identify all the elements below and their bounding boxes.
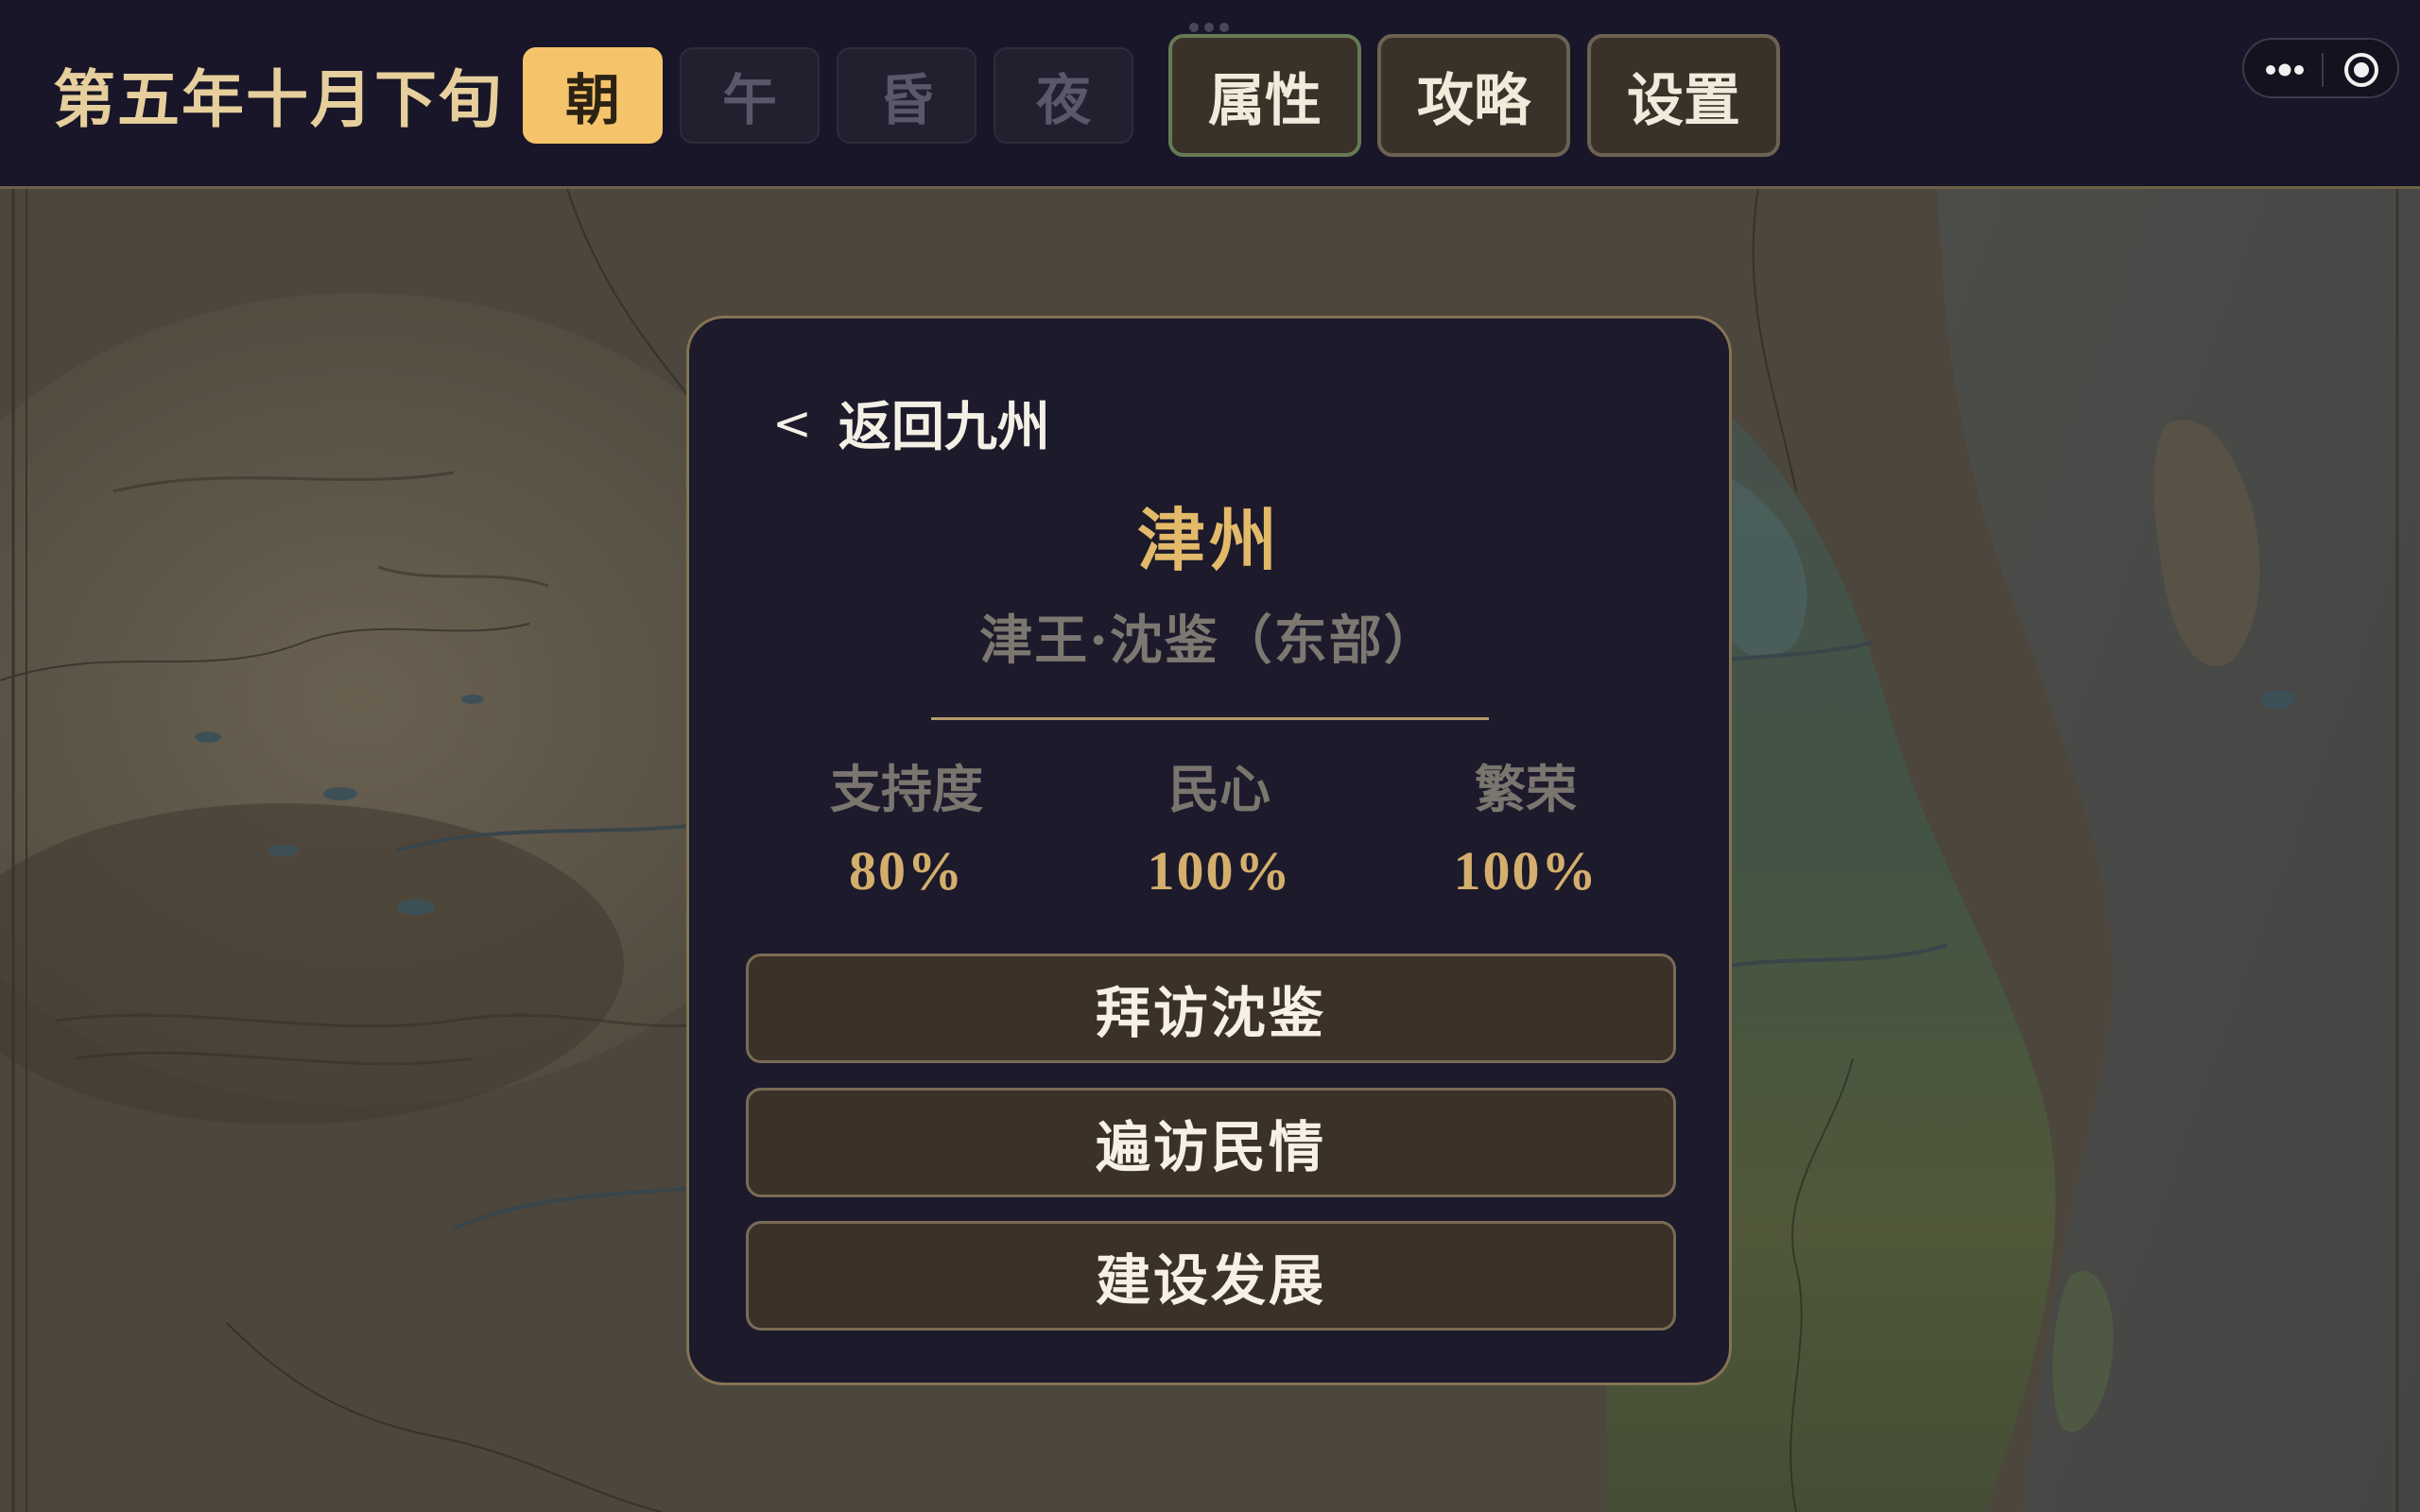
settings-button[interactable]: 设置 [1587, 34, 1780, 157]
stat-value: 100% [1453, 840, 1599, 902]
period-dusk-tab[interactable]: 昏 [837, 47, 977, 144]
back-to-map-link[interactable]: < 返回九州 [772, 385, 1050, 461]
stat-label: 支持度 [830, 759, 983, 819]
visit-lord-button[interactable]: 拜访沈鉴 [746, 954, 1676, 1063]
stat-label: 民心 [1168, 759, 1270, 819]
period-morning-tab[interactable]: 朝 [523, 47, 663, 144]
build-develop-button[interactable]: 建设发展 [746, 1221, 1676, 1331]
capsule-divider [2322, 53, 2324, 87]
stat-support: 支持度 80% [784, 747, 1029, 902]
mini-program-capsule [2242, 38, 2399, 98]
city-panel: < 返回九州 津州 津王·沈鉴（东部） 支持度 80% 民心 100% 繁荣 1… [686, 316, 1732, 1385]
back-label: 返回九州 [838, 396, 1050, 458]
drag-handle [1189, 23, 1231, 32]
city-name: 津州 [1136, 500, 1281, 580]
period-noon-tab[interactable]: 午 [680, 47, 820, 144]
game-date: 第五年十月下旬 [53, 62, 503, 136]
guide-button[interactable]: 攻略 [1377, 34, 1570, 157]
top-bar: 第五年十月下旬 朝 午 昏 夜 属性 攻略 设置 [0, 0, 2420, 189]
stat-value: 80% [849, 840, 964, 902]
chevron-left-icon: < [772, 395, 812, 451]
period-night-tab[interactable]: 夜 [994, 47, 1133, 144]
stat-morale: 民心 100% [1097, 747, 1342, 902]
stat-value: 100% [1147, 840, 1292, 902]
stat-label: 繁荣 [1475, 759, 1577, 819]
attributes-button[interactable]: 属性 [1168, 34, 1361, 157]
divider [931, 717, 1489, 720]
city-ruler: 津王·沈鉴（东部） [979, 610, 1439, 672]
stat-prosperity: 繁荣 100% [1403, 747, 1649, 902]
more-dots-icon[interactable] [2261, 60, 2308, 79]
record-circle-icon[interactable] [2342, 51, 2380, 89]
survey-people-button[interactable]: 遍访民情 [746, 1088, 1676, 1197]
